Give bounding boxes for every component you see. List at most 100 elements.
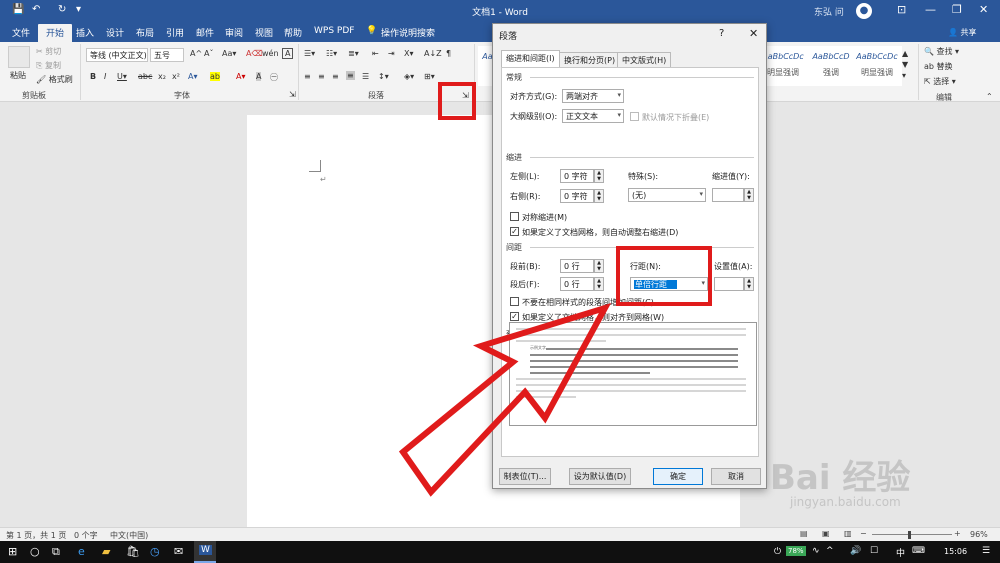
align-left-icon[interactable]: ≡ [304, 72, 311, 81]
tab-line-and-page-breaks[interactable]: 换行和分页(P) [559, 52, 621, 67]
shrink-font-icon[interactable]: Aˇ [204, 49, 213, 58]
char-shading-icon[interactable]: A [256, 72, 262, 81]
indent-by-spinner[interactable]: ▲ ▼ [744, 188, 754, 202]
undo-icon[interactable]: ↶ [32, 4, 40, 15]
dialog-close-icon[interactable]: ✕ [749, 27, 758, 40]
spacing-at-spinner[interactable]: ▲ ▼ [744, 277, 754, 291]
char-border-icon[interactable]: A [282, 48, 294, 59]
tab-indents-and-spacing[interactable]: 缩进和间距(I) [501, 50, 560, 68]
indent-by-input[interactable] [712, 188, 744, 202]
tray-arrow-icon[interactable]: ^ [826, 546, 834, 556]
tell-me-search[interactable]: 操作说明搜索 [381, 26, 435, 39]
close-icon[interactable]: ✕ [979, 3, 988, 16]
strikethrough-icon[interactable]: abc [138, 72, 152, 81]
numbering-icon[interactable]: ☷▾ [326, 49, 337, 58]
tab-file[interactable]: 文件 [12, 26, 30, 39]
enclose-char-icon[interactable]: ㊀ [270, 72, 278, 83]
font-dialog-launcher-icon[interactable]: ⇲ [289, 90, 296, 99]
indent-right-spinner[interactable]: ▲ ▼ [594, 189, 604, 203]
redo-icon[interactable]: ↻ [58, 4, 66, 15]
clear-format-icon[interactable]: A⌫ [246, 49, 263, 58]
phonetic-guide-icon[interactable]: wén [262, 49, 279, 58]
shading-icon[interactable]: ◈▾ [404, 72, 414, 81]
tab-help[interactable]: 帮助 [284, 26, 302, 39]
minimize-icon[interactable]: — [925, 3, 936, 16]
font-size-select[interactable]: 五号 [150, 48, 184, 62]
task-view-icon[interactable]: ⧉ [52, 545, 60, 559]
user-icon[interactable]: ● [856, 3, 872, 19]
file-explorer-icon[interactable]: ▰ [102, 545, 110, 558]
superscript-icon[interactable]: x² [172, 72, 180, 81]
print-layout-icon[interactable]: ▣ [822, 529, 830, 538]
highlight-icon[interactable]: ab [210, 72, 220, 81]
tab-review[interactable]: 审阅 [225, 26, 243, 39]
zoom-slider-thumb[interactable] [908, 531, 911, 539]
style-intense-emphasis-2[interactable]: AaBbCcDc 明显强调 [852, 46, 902, 86]
replace-button[interactable]: ab 替换 [924, 61, 953, 72]
tab-insert[interactable]: 插入 [76, 26, 94, 39]
restore-icon[interactable]: ❐ [952, 3, 962, 16]
share-button[interactable]: 👤 共享 [948, 27, 977, 38]
tab-mailings[interactable]: 邮件 [196, 26, 214, 39]
decrease-indent-icon[interactable]: ⇤ [372, 49, 379, 58]
spacing-after-spinner[interactable]: ▲ ▼ [594, 277, 604, 291]
collapse-ribbon-icon[interactable]: ⌃ [986, 92, 993, 101]
spacing-after-input[interactable]: 0 行 [560, 277, 594, 291]
multilevel-list-icon[interactable]: ≣▾ [348, 49, 359, 58]
read-mode-icon[interactable]: ▤ [800, 529, 808, 538]
borders-icon[interactable]: ⊞▾ [424, 72, 435, 81]
zoom-slider[interactable] [872, 534, 952, 535]
tab-layout[interactable]: 布局 [136, 26, 154, 39]
notifications-icon[interactable]: ☰ [982, 546, 990, 556]
alignment-select[interactable]: 两端对齐 ▾ [562, 89, 624, 103]
special-indent-select[interactable]: (无) ▾ [628, 188, 706, 202]
spacing-before-spinner[interactable]: ▲ ▼ [594, 259, 604, 273]
tab-wps-pdf[interactable]: WPS PDF [314, 26, 354, 36]
keyboard-icon[interactable]: ⌨ [912, 546, 925, 556]
sort-icon[interactable]: A↓Z [424, 49, 442, 58]
cut-button[interactable]: ✂ 剪切 [36, 46, 61, 57]
increase-indent-icon[interactable]: ⇥ [388, 49, 395, 58]
outline-level-select[interactable]: 正文文本 ▾ [562, 109, 624, 123]
grow-font-icon[interactable]: A^ [190, 49, 202, 58]
zoom-out-icon[interactable]: − [860, 529, 867, 538]
windows-start-icon[interactable]: ⊞ [8, 545, 17, 558]
paste-icon[interactable] [8, 46, 30, 68]
indent-left-input[interactable]: 0 字符 [560, 169, 594, 183]
language-status[interactable]: 中文(中国) [110, 530, 148, 541]
battery-indicator[interactable]: 78% [786, 546, 806, 556]
tab-view[interactable]: 视图 [255, 26, 273, 39]
chinese-layout-icon[interactable]: X▾ [404, 49, 414, 58]
store-icon[interactable]: 🛍 [126, 545, 140, 558]
clock-time[interactable]: 15:06 [944, 547, 967, 556]
find-button[interactable]: 🔍 查找 ▾ [924, 46, 959, 57]
clock-app-icon[interactable]: ◷ [150, 545, 160, 558]
align-right-icon[interactable]: ≡ [332, 72, 339, 81]
tab-design[interactable]: 设计 [106, 26, 124, 39]
search-icon[interactable]: ○ [30, 545, 40, 558]
select-button[interactable]: ⇱ 选择 ▾ [924, 76, 956, 87]
change-case-icon[interactable]: Aa▾ [222, 49, 236, 58]
paste-button[interactable]: 粘贴 [10, 70, 26, 81]
collapse-default-checkbox[interactable] [630, 112, 639, 121]
edge-browser-icon[interactable]: e [78, 545, 85, 558]
styles-scroll-icon[interactable]: ▲ ▼ ▾ [902, 48, 908, 81]
align-center-icon[interactable]: ≡ [318, 72, 325, 81]
volume-icon[interactable]: 🔊 [850, 546, 861, 556]
distributed-icon[interactable]: ☰ [362, 72, 369, 81]
tab-home[interactable]: 开始 [38, 24, 73, 42]
copy-button[interactable]: ⎘ 复制 [36, 60, 61, 71]
help-icon[interactable]: ? [719, 28, 724, 39]
indent-right-input[interactable]: 0 字符 [560, 189, 594, 203]
ok-button[interactable]: 确定 [653, 468, 703, 485]
zoom-in-icon[interactable]: + [954, 529, 961, 538]
cancel-button[interactable]: 取消 [711, 468, 761, 485]
text-effects-icon[interactable]: A▾ [188, 72, 198, 81]
wifi-icon[interactable]: ∿ [812, 546, 820, 556]
italic-icon[interactable]: I [104, 72, 106, 81]
tab-references[interactable]: 引用 [166, 26, 184, 39]
network-icon[interactable]: ☐ [870, 546, 878, 556]
word-taskbar-button[interactable]: W [194, 541, 216, 563]
bullets-icon[interactable]: ☰▾ [304, 49, 315, 58]
font-name-select[interactable]: 等线 (中文正文) [86, 48, 148, 62]
